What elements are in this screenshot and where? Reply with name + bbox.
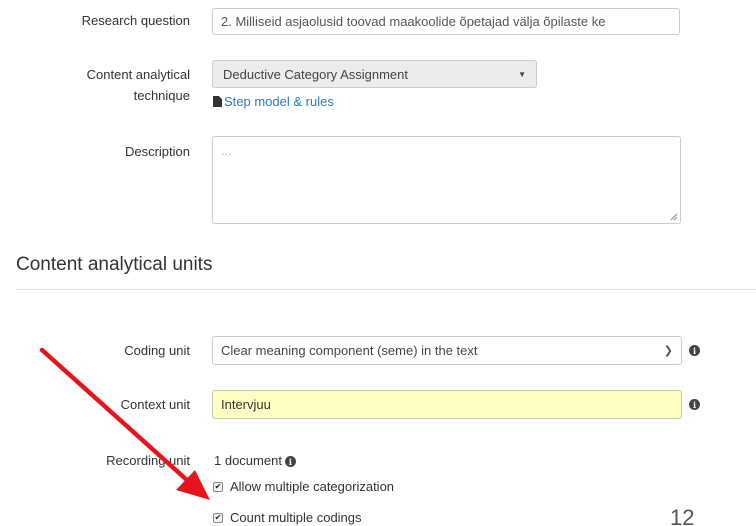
allow-multiple-categorization-option[interactable]: ✔ Allow multiple categorization	[213, 479, 394, 494]
recording-unit-label: Recording unit	[106, 453, 190, 468]
option-label: Count multiple codings	[230, 510, 362, 525]
technique-label: Content analytical technique	[0, 64, 190, 106]
description-placeholder: ...	[221, 143, 232, 158]
context-unit-input[interactable]: Intervjuu	[212, 390, 682, 419]
section-divider	[16, 289, 756, 290]
description-label: Description	[124, 144, 190, 159]
recording-unit-value: 1 document i	[214, 453, 296, 468]
section-heading: Content analytical units	[16, 254, 213, 275]
description-textarea[interactable]: ...	[212, 136, 681, 224]
coding-unit-select[interactable]: Clear meaning component (seme) in the te…	[212, 336, 682, 365]
info-icon[interactable]: i	[689, 345, 700, 356]
coding-unit-label: Coding unit	[124, 343, 190, 358]
slide-number: 12	[670, 505, 695, 526]
checkbox-checked[interactable]: ✔	[213, 512, 223, 523]
step-model-link-label: Step model & rules	[224, 94, 334, 109]
recording-unit-text: 1 document	[214, 453, 282, 468]
technique-select[interactable]: Deductive Category Assignment ▼	[212, 60, 537, 88]
research-question-label: Research question	[81, 13, 190, 28]
checkbox-checked[interactable]: ✔	[213, 481, 223, 492]
count-multiple-codings-option[interactable]: ✔ Count multiple codings	[213, 510, 362, 525]
coding-unit-value: Clear meaning component (seme) in the te…	[221, 343, 478, 358]
technique-select-value: Deductive Category Assignment	[223, 66, 408, 82]
step-model-link[interactable]: Step model & rules	[213, 94, 334, 109]
technique-label-line2: technique	[133, 88, 190, 103]
info-icon[interactable]: i	[284, 456, 296, 468]
research-question-input[interactable]: 2. Milliseid asjaolusid toovad maakoolid…	[212, 8, 680, 35]
info-icon[interactable]: i	[689, 399, 700, 410]
option-label: Allow multiple categorization	[230, 479, 395, 494]
resize-handle-icon[interactable]	[670, 213, 678, 221]
document-icon	[213, 96, 222, 107]
technique-label-line1: Content analytical	[86, 67, 190, 82]
caret-down-icon: ▼	[518, 69, 526, 79]
chevron-down-icon: ❯	[663, 345, 673, 357]
context-unit-label: Context unit	[120, 397, 190, 412]
